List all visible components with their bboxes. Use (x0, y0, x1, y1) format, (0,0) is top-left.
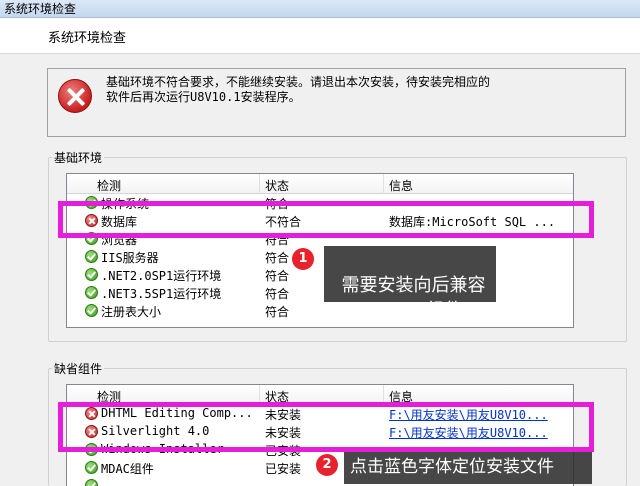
col-header-status[interactable]: 状态 (265, 177, 289, 194)
list-header: 检测 状态 信息 (67, 174, 573, 194)
list-item[interactable]: .NET3.5SP1运行环境 符合 (67, 284, 573, 302)
error-message-box: 基础环境不符合要求，不能继续安装。请退出本次安装，待安装完相应的 软件后再次运行… (47, 68, 626, 137)
highlight-missing-components (58, 402, 594, 452)
item-status: 符合 (265, 251, 290, 265)
item-status: 符合 (265, 305, 290, 319)
annotation-text-2: 点击蓝色字体定位安装文件 (350, 457, 554, 477)
ok-icon (85, 268, 98, 281)
annotation-badge-1: 1 (292, 248, 314, 270)
item-name: 注册表大小 (101, 305, 162, 319)
basic-env-list[interactable]: 检测 状态 信息 操作系统 符合 数据库 不符合 数据库:MicroSoft SQL .… (66, 173, 574, 328)
page-title: 系统环境检查 (48, 31, 127, 46)
item-status: 符合 (265, 287, 290, 301)
annotation-callout-1: 需要安装向后兼容 sql2005BC组件 (324, 246, 496, 321)
default-components-label: 缺省组件 (52, 360, 105, 377)
error-message-text: 基础环境不符合要求，不能继续安装。请退出本次安装，待安装完相应的 软件后再次运行… (106, 75, 491, 104)
ok-icon (85, 461, 98, 474)
highlight-database-row (58, 201, 594, 238)
item-status: 已安装 (265, 462, 302, 476)
ok-icon (85, 286, 98, 299)
col-header-info[interactable]: 信息 (389, 177, 413, 194)
item-status: 符合 (265, 269, 290, 283)
basic-env-label: 基础环境 (52, 149, 105, 166)
page-header: 系统环境检查 (0, 18, 640, 54)
list-item[interactable]: 注册表大小 符合 (67, 302, 573, 320)
error-icon (58, 79, 92, 113)
item-name: .NET3.5SP1运行环境 (101, 287, 222, 301)
ok-icon (85, 250, 98, 263)
annotation-badge-2: 2 (316, 454, 338, 476)
list-item[interactable]: .NET2.0SP1运行环境 符合 (67, 266, 573, 284)
ok-icon (85, 304, 98, 317)
list-item[interactable]: IIS服务器 符合 (67, 248, 573, 266)
annotation-callout-2: 点击蓝色字体定位安装文件 (344, 452, 592, 484)
window-title: 系统环境检查 (0, 0, 640, 18)
ok-icon (85, 479, 98, 486)
item-name: MDAC组件 (101, 462, 154, 476)
col-header-check[interactable]: 检测 (97, 177, 121, 194)
item-name: IIS服务器 (101, 251, 159, 265)
annotation-text-1: 需要安装向后兼容 sql2005BC组件 (330, 275, 486, 321)
item-name: .NET2.0SP1运行环境 (101, 269, 222, 283)
